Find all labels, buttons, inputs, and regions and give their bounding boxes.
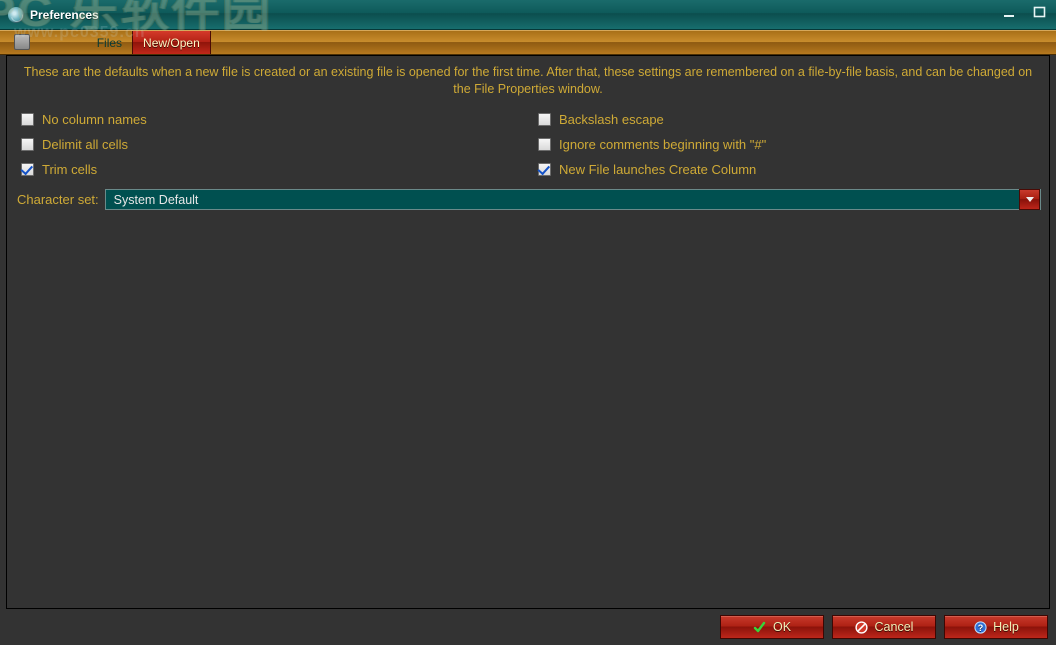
checkbox-ignore-comments[interactable]: Ignore comments beginning with "#" [538, 137, 1045, 152]
tab-strip: General Files New/Open [0, 30, 1056, 55]
cancel-button-label: Cancel [875, 620, 914, 634]
check-icon [753, 620, 767, 634]
help-icon: ? [973, 620, 987, 634]
checkbox-no-column-names[interactable]: No column names [21, 112, 528, 127]
checkbox-label: Backslash escape [559, 112, 664, 127]
titlebar: Preferences [0, 0, 1056, 30]
checkbox-label: New File launches Create Column [559, 162, 756, 177]
tab-files[interactable]: Files [87, 31, 132, 54]
app-icon [8, 7, 24, 23]
checkbox-label: Trim cells [42, 162, 97, 177]
tab-new-open[interactable]: New/Open [132, 31, 211, 54]
checkbox-icon [538, 163, 551, 176]
checkbox-label: Delimit all cells [42, 137, 128, 152]
footer-button-bar: OK Cancel ? Help [4, 613, 1052, 641]
checkbox-icon [21, 163, 34, 176]
character-set-row: Character set: System Default [15, 187, 1041, 210]
checkbox-label: Ignore comments beginning with "#" [559, 137, 766, 152]
checkbox-grid: No column names Backslash escape Delimit… [15, 108, 1041, 187]
maximize-icon [1033, 5, 1047, 19]
checkbox-delimit-all-cells[interactable]: Delimit all cells [21, 137, 528, 152]
tab-general[interactable]: General [8, 31, 87, 54]
minimize-icon [1003, 5, 1017, 19]
description-text: These are the defaults when a new file i… [15, 64, 1041, 108]
minimize-button[interactable] [1000, 4, 1020, 20]
character-set-value: System Default [106, 193, 207, 207]
help-button-label: Help [993, 620, 1019, 634]
character-set-label: Character set: [17, 192, 99, 207]
checkbox-icon [538, 138, 551, 151]
cancel-button[interactable]: Cancel [832, 615, 936, 639]
checkbox-trim-cells[interactable]: Trim cells [21, 162, 528, 177]
maximize-button[interactable] [1030, 4, 1050, 20]
checkbox-new-file-launches-create-column[interactable]: New File launches Create Column [538, 162, 1045, 177]
window-title: Preferences [30, 8, 99, 22]
chevron-down-icon [1019, 189, 1040, 210]
checkbox-label: No column names [42, 112, 147, 127]
checkbox-icon [21, 138, 34, 151]
content-panel: These are the defaults when a new file i… [6, 55, 1050, 609]
checkbox-icon [21, 113, 34, 126]
tab-files-label: Files [97, 36, 122, 50]
ok-button[interactable]: OK [720, 615, 824, 639]
checkbox-icon [538, 113, 551, 126]
window-buttons [1000, 4, 1050, 20]
svg-text:?: ? [977, 623, 983, 633]
checkbox-backslash-escape[interactable]: Backslash escape [538, 112, 1045, 127]
help-button[interactable]: ? Help [944, 615, 1048, 639]
cancel-icon [855, 620, 869, 634]
preferences-window: Preferences General Files New/Open [0, 0, 1056, 645]
character-set-dropdown[interactable]: System Default [105, 189, 1041, 210]
ok-button-label: OK [773, 620, 791, 634]
tab-new-open-label: New/Open [143, 36, 200, 50]
